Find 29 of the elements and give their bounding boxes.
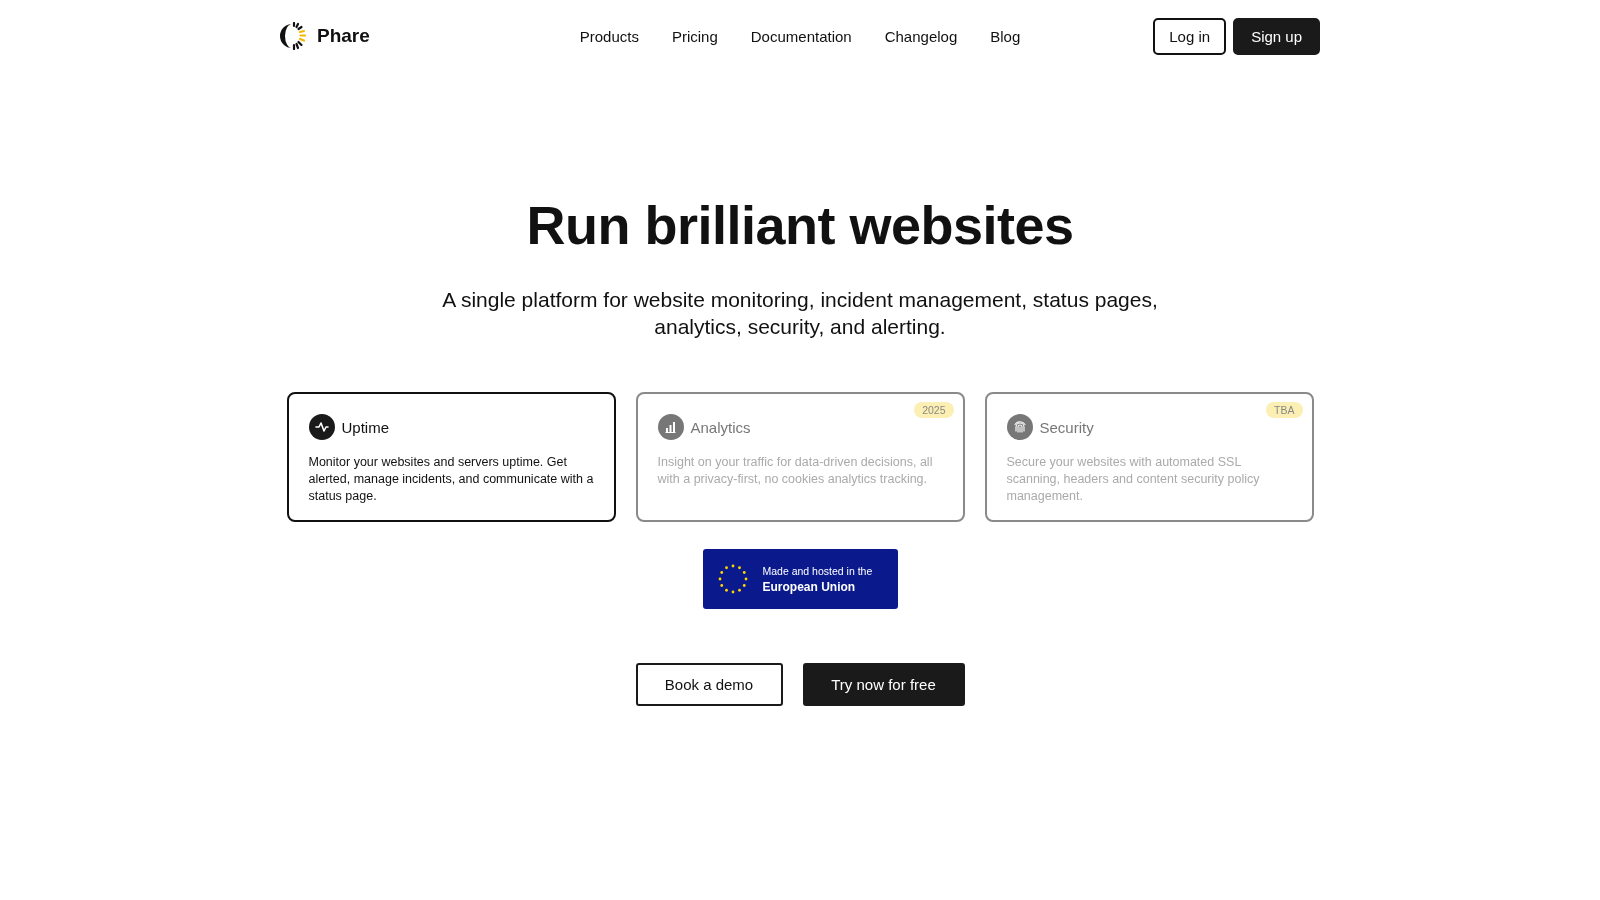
nav-link[interactable]: Pricing — [671, 27, 718, 45]
pulse-icon — [308, 414, 335, 440]
star-circle-icon — [716, 563, 749, 595]
demo-button[interactable]: Book a demo — [635, 663, 783, 706]
status-badge: 2025 — [914, 402, 954, 418]
hero-subtitle: A single platform for website monitoring, incident management, status pages, analytics, security, and alerting. — [441, 287, 1159, 340]
nav-link[interactable]: Products — [579, 27, 639, 45]
card-description: Secure your websites with automated SSL scanning, headers and content security policy management. — [1006, 454, 1261, 505]
signup-button[interactable]: Sign up — [1233, 17, 1320, 55]
eu-caption: Made and hosted in the — [762, 564, 873, 577]
login-button[interactable]: Log in — [1153, 17, 1227, 55]
product-card[interactable]: Uptime Monitor your websites and servers uptime. Get alerted, manage incidents, and communicate with a status page. — [286, 392, 616, 522]
product-card[interactable]: Analytics Insight on your traffic for data-driven decisions, all with a privacy-first, no cookies analytics tracking. 2025 — [635, 392, 965, 522]
card-description: Monitor your websites and servers uptime. Get alerted, manage incidents, and communicate with a status page. — [308, 454, 594, 505]
card-title: Security — [1039, 418, 1094, 436]
trial-button[interactable]: Try now for free — [802, 663, 965, 706]
card-description: Insight on your traffic for data-driven decisions, all with a privacy-first, no cookies analytics tracking. — [657, 454, 934, 488]
bar-chart-icon — [657, 414, 684, 440]
product-card[interactable]: Security Secure your websites with automated SSL scanning, headers and content security policy management. TBA — [984, 392, 1314, 522]
card-title: Uptime — [341, 418, 389, 436]
logo-icon — [280, 22, 308, 50]
card-title: Analytics — [690, 418, 751, 436]
hero-title: Run brilliant websites — [526, 194, 1074, 256]
nav-link[interactable]: Documentation — [750, 27, 852, 45]
eu-label: European Union — [762, 579, 857, 594]
nav-link[interactable]: Changelog — [884, 27, 958, 45]
status-badge: TBA — [1266, 402, 1303, 418]
nav-link[interactable]: Blog — [990, 27, 1021, 45]
brand-name[interactable]: Phare — [317, 25, 370, 47]
